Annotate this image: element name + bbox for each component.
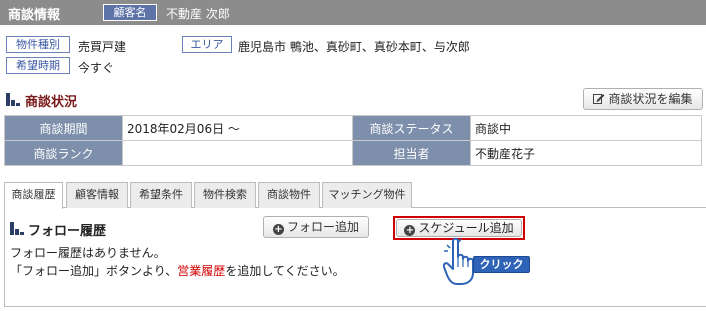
area-value: 鹿児島市 鴨池、真砂町、真砂本町、与次郎 xyxy=(238,40,470,54)
plus-circle-icon: + xyxy=(404,225,416,236)
tab-negotiation-properties[interactable]: 商談物件 xyxy=(258,182,320,208)
add-follow-label: フォロー追加 xyxy=(286,220,359,234)
tab-history[interactable]: 商談履歴 xyxy=(4,182,63,209)
add-schedule-label: スケジュール追加 xyxy=(418,221,514,235)
add-follow-button[interactable]: + フォロー追加 xyxy=(263,216,369,238)
period-label: 商談期間 xyxy=(4,115,123,141)
tab-matching-properties[interactable]: マッチング物件 xyxy=(322,182,412,208)
page-title: 商談情報 xyxy=(8,8,61,23)
customer-name-tag: 顧客名 xyxy=(103,4,157,21)
status-value: 商談中 xyxy=(470,115,702,141)
customer-name-value: 不動産 次郎 xyxy=(166,7,230,21)
edit-status-button[interactable]: 商談状況を編集 xyxy=(583,88,703,110)
area-tag: エリア xyxy=(182,36,232,53)
staff-label: 担当者 xyxy=(352,140,471,166)
page-header: 商談情報 顧客名 不動産 次郎 xyxy=(0,0,706,25)
click-annotation-badge: クリック xyxy=(473,256,530,273)
status-label: 商談ステータス xyxy=(352,115,471,141)
edit-status-label: 商談状況を編集 xyxy=(608,92,693,106)
rank-label: 商談ランク xyxy=(4,140,123,166)
tab-conditions[interactable]: 希望条件 xyxy=(130,182,192,208)
hint-message: 「フォロー追加」ボタンより、営業履歴を追加してください。 xyxy=(10,262,345,279)
edit-icon xyxy=(593,94,605,104)
hint-highlight: 営業履歴 xyxy=(177,264,226,278)
hint-suffix: を追加してください。 xyxy=(225,264,345,278)
tab-customer-info[interactable]: 顧客情報 xyxy=(66,182,128,208)
tab-property-search[interactable]: 物件検索 xyxy=(194,182,256,208)
rank-value xyxy=(122,140,353,166)
status-section-title: 商談状況 xyxy=(25,95,78,110)
plus-circle-icon: + xyxy=(272,224,284,235)
hint-prefix: 「フォロー追加」ボタンより、 xyxy=(10,264,178,278)
timing-tag: 希望時期 xyxy=(6,57,70,74)
period-value: 2018年02月06日 ～ xyxy=(122,115,353,141)
empty-message: フォロー履歴はありません。 xyxy=(10,246,166,260)
property-type-value: 売買戸建 xyxy=(78,40,127,54)
timing-value: 今すぐ xyxy=(78,61,115,75)
bar-chart-icon xyxy=(6,93,20,106)
bar-chart-icon xyxy=(10,222,24,235)
follow-section-title: フォロー履歴 xyxy=(28,224,107,239)
status-table: 商談期間 2018年02月06日 ～ 商談ステータス 商談中 商談ランク 担当者… xyxy=(4,115,702,166)
staff-value: 不動産花子 xyxy=(470,140,702,166)
property-type-tag: 物件種別 xyxy=(6,36,70,53)
